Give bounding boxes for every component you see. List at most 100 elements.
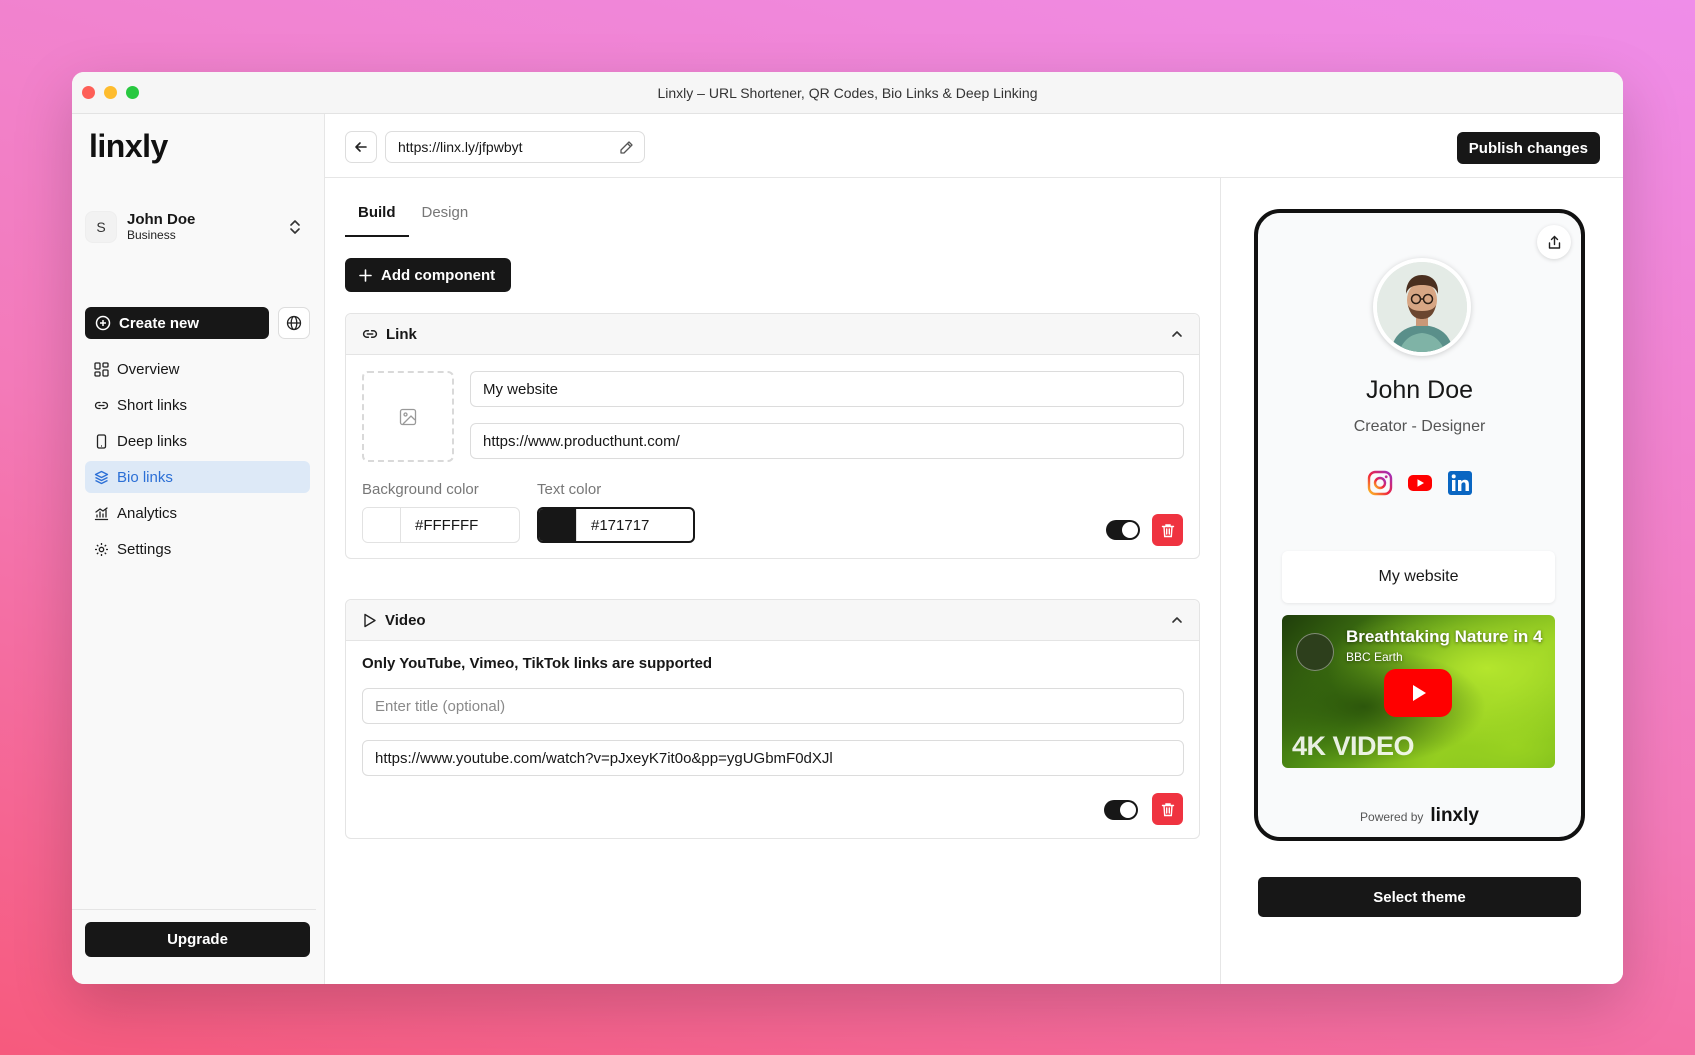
- grid-icon: [94, 361, 109, 377]
- sidebar-item-label: Deep links: [117, 432, 188, 450]
- video-title-input[interactable]: Enter title (optional): [362, 688, 1184, 724]
- delete-video-button[interactable]: [1152, 793, 1183, 825]
- background-color-hex: #FFFFFF: [415, 516, 479, 534]
- account-switcher[interactable]: S John Doe Business: [85, 206, 310, 248]
- profile-name: John Doe: [1365, 376, 1474, 404]
- chevron-up-icon[interactable]: [1171, 328, 1183, 340]
- social-icons: [1258, 470, 1581, 496]
- minimize-window-button[interactable]: [104, 86, 117, 99]
- text-color-swatch[interactable]: [539, 509, 577, 541]
- editor-panel: Build Design Add component Link My websi: [325, 178, 1221, 984]
- profile-role: Creator - Designer: [1353, 418, 1486, 435]
- globe-icon: [286, 315, 302, 331]
- back-button[interactable]: [345, 131, 377, 163]
- thumbnail-upload[interactable]: [362, 371, 454, 462]
- maximize-window-button[interactable]: [126, 86, 139, 99]
- chevron-up-icon[interactable]: [1171, 614, 1183, 626]
- play-icon: [1413, 685, 1426, 701]
- image-icon: [399, 408, 417, 425]
- link-title-input[interactable]: My website: [470, 371, 1184, 407]
- chart-icon: [94, 506, 109, 520]
- link-url-value: https://www.producthunt.com/: [483, 432, 680, 450]
- account-name: John Doe: [127, 211, 196, 229]
- preview-link-button[interactable]: My website: [1282, 551, 1555, 603]
- publish-changes-button[interactable]: Publish changes: [1456, 132, 1600, 164]
- account-plan: Business: [127, 227, 176, 242]
- play-icon: [364, 613, 376, 627]
- link-component-card: Link My website https://www.producthunt.…: [345, 313, 1200, 559]
- video-channel: BBC Earth: [1346, 650, 1403, 664]
- tab-build[interactable]: Build: [345, 204, 409, 237]
- share-button[interactable]: [1537, 225, 1571, 259]
- background-color-swatch[interactable]: [363, 508, 401, 542]
- title-bar: Linxly – URL Shortener, QR Codes, Bio Li…: [72, 72, 1623, 114]
- text-color-label: Text color: [537, 481, 602, 498]
- phone-icon: [96, 433, 107, 449]
- sidebar-item-label: Overview: [117, 360, 180, 378]
- linkedin-icon[interactable]: [1447, 470, 1473, 496]
- text-color-hex: #171717: [591, 516, 650, 534]
- sidebar-nav: Overview Short links Deep links Bio link…: [85, 353, 310, 569]
- text-color-input[interactable]: #171717: [537, 507, 695, 543]
- trash-icon: [1161, 802, 1174, 816]
- editor-tabs: Build Design: [345, 204, 481, 237]
- sidebar-item-label: Short links: [117, 396, 188, 414]
- profile-photo: [1377, 262, 1467, 352]
- video-card-header[interactable]: Video: [346, 600, 1199, 641]
- trash-icon: [1161, 523, 1174, 537]
- pencil-icon[interactable]: [619, 140, 634, 155]
- sidebar: linxly S John Doe Business Create new Ov…: [72, 114, 324, 984]
- video-url-input[interactable]: https://www.youtube.com/watch?v=pJxeyK7i…: [362, 740, 1184, 776]
- preview-panel: John Doe Creator - Designer My website B…: [1221, 178, 1623, 984]
- close-window-button[interactable]: [82, 86, 95, 99]
- sidebar-item-bio-links[interactable]: Bio links: [85, 461, 310, 493]
- plus-icon: [359, 268, 372, 282]
- background-color-label: Background color: [362, 481, 479, 498]
- background-color-input[interactable]: #FFFFFF: [362, 507, 520, 543]
- instagram-icon[interactable]: [1367, 470, 1393, 496]
- sidebar-item-overview[interactable]: Overview: [85, 353, 310, 385]
- powered-by-logo[interactable]: linxly: [1430, 805, 1479, 827]
- youtube-icon[interactable]: [1407, 470, 1433, 496]
- sidebar-item-short-links[interactable]: Short links: [85, 389, 310, 421]
- link-enabled-toggle[interactable]: [1106, 520, 1140, 540]
- app-logo[interactable]: linxly: [89, 128, 168, 165]
- link-url-input[interactable]: https://www.producthunt.com/: [470, 423, 1184, 459]
- share-icon: [1548, 235, 1560, 249]
- video-support-note: Only YouTube, Vimeo, TikTok links are su…: [362, 655, 713, 672]
- globe-button[interactable]: [278, 307, 310, 339]
- chevron-up-down-icon: [290, 220, 300, 234]
- top-bar: https://linx.ly/jfpwbyt Publish changes: [325, 114, 1623, 178]
- add-component-label: Add component: [381, 266, 496, 284]
- window-controls: [82, 86, 139, 99]
- sidebar-item-label: Bio links: [117, 468, 173, 486]
- preview-video-embed[interactable]: Breathtaking Nature in 4 BBC Earth 4K VI…: [1282, 615, 1555, 768]
- video-url-value: https://www.youtube.com/watch?v=pJxeyK7i…: [375, 749, 833, 767]
- phone-preview: John Doe Creator - Designer My website B…: [1254, 209, 1585, 841]
- sidebar-item-deep-links[interactable]: Deep links: [85, 425, 310, 457]
- add-component-button[interactable]: Add component: [345, 258, 512, 292]
- video-title-placeholder: Enter title (optional): [375, 697, 506, 715]
- channel-avatar: [1296, 633, 1334, 671]
- link-card-title: Link: [386, 325, 417, 343]
- powered-by: Powered by linxly: [1258, 805, 1581, 827]
- link-icon: [94, 401, 109, 409]
- powered-by-text: Powered by: [1360, 810, 1424, 824]
- youtube-play-button[interactable]: [1384, 669, 1452, 717]
- tab-design[interactable]: Design: [409, 204, 482, 237]
- video-overlay-text: 4K VIDEO: [1292, 731, 1415, 761]
- gear-icon: [95, 542, 108, 556]
- delete-link-button[interactable]: [1152, 514, 1183, 546]
- link-icon: [362, 330, 378, 338]
- sidebar-item-settings[interactable]: Settings: [85, 533, 310, 565]
- main-area: https://linx.ly/jfpwbyt Publish changes …: [324, 114, 1623, 984]
- video-title: Breathtaking Nature in 4: [1346, 627, 1543, 646]
- select-theme-button[interactable]: Select theme: [1258, 877, 1581, 917]
- plus-circle-icon: [95, 315, 111, 331]
- video-enabled-toggle[interactable]: [1104, 800, 1138, 820]
- bio-link-url-field[interactable]: https://linx.ly/jfpwbyt: [385, 131, 645, 163]
- sidebar-item-analytics[interactable]: Analytics: [85, 497, 310, 529]
- upgrade-button[interactable]: Upgrade: [85, 922, 310, 957]
- create-new-button[interactable]: Create new: [85, 307, 269, 339]
- link-card-header[interactable]: Link: [346, 314, 1199, 355]
